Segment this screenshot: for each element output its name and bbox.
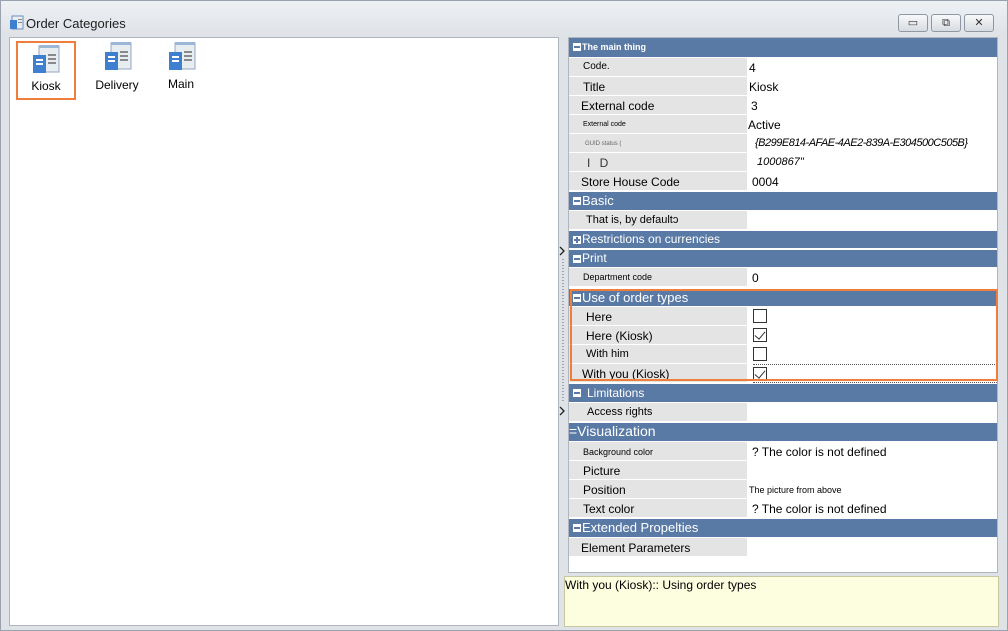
minimize-icon: ▭ — [907, 17, 919, 29]
prop-row-title[interactable]: Title Kiosk — [569, 77, 997, 96]
restore-button[interactable]: ⧉ — [931, 14, 961, 32]
category-folder-icon — [33, 45, 60, 73]
prop-row-guid[interactable]: GUID status ( {B299E814-AFAE-4AE2-839A-E… — [569, 134, 997, 153]
category-folder-icon — [169, 42, 196, 70]
close-icon: ✕ — [974, 17, 984, 29]
collapse-icon[interactable] — [573, 255, 581, 263]
prop-row-by-default[interactable]: That is, by defaultɔ — [569, 211, 997, 230]
prop-row-background-color[interactable]: Background color ? The color is not defi… — [569, 442, 997, 461]
order-categories-window: Order Categories ▭ ⧉ ✕ Kiosk Delivery Ma… — [0, 0, 1008, 631]
prop-row-picture[interactable]: Picture — [569, 461, 997, 480]
category-item-delivery[interactable]: Delivery — [88, 40, 146, 96]
prop-row-store-house-code[interactable]: Store House Code 0004 — [569, 172, 997, 191]
section-main-thing[interactable]: The main thing — [569, 38, 997, 57]
section-visualization[interactable]: =Visualization — [569, 423, 997, 441]
section-extended-properties[interactable]: Extended Propelties — [569, 519, 997, 537]
category-item-main[interactable]: Main — [152, 40, 210, 96]
order-types-highlight — [570, 289, 998, 381]
description-text: With you (Kiosk):: Using order types — [565, 578, 757, 592]
collapse-icon[interactable] — [573, 197, 581, 205]
description-panel: With you (Kiosk):: Using order types — [564, 576, 999, 627]
category-label: Main — [167, 77, 194, 91]
prop-row-status[interactable]: External code Active — [569, 115, 997, 134]
category-folder-icon — [105, 42, 132, 70]
prop-row-external-code[interactable]: External code 3 — [569, 96, 997, 115]
section-basic[interactable]: Basic — [569, 192, 997, 210]
title-bar: Order Categories ▭ ⧉ ✕ — [1, 1, 1007, 35]
section-print[interactable]: Print — [569, 250, 997, 267]
restore-icon: ⧉ — [942, 17, 950, 29]
category-list: Kiosk Delivery Main — [9, 37, 559, 626]
minimize-button[interactable]: ▭ — [898, 14, 928, 32]
prop-row-department-code[interactable]: Department code 0 — [569, 268, 997, 287]
collapse-icon[interactable] — [573, 389, 581, 397]
category-label: Delivery — [95, 78, 139, 92]
category-item-kiosk[interactable]: Kiosk — [16, 41, 76, 100]
section-limitations[interactable]: Limitations — [569, 384, 997, 402]
expand-icon[interactable] — [573, 236, 581, 244]
prop-row-access-rights[interactable]: Access rights — [569, 403, 997, 422]
close-button[interactable]: ✕ — [964, 14, 994, 32]
app-icon — [10, 15, 24, 30]
category-label: Kiosk — [31, 79, 61, 93]
section-restrictions[interactable]: Restrictions on currencies — [569, 231, 997, 248]
prop-row-code[interactable]: Code. 4 — [569, 58, 997, 77]
prop-row-position[interactable]: Position The picture from above — [569, 480, 997, 499]
prop-row-element-parameters[interactable]: Element Parameters — [569, 538, 997, 557]
prop-row-id[interactable]: I D 1000867" — [569, 153, 997, 172]
window-title: Order Categories — [26, 16, 126, 31]
splitter-handle[interactable] — [559, 241, 567, 421]
prop-row-text-color[interactable]: Text color ? The color is not defined — [569, 499, 997, 518]
collapse-icon[interactable] — [573, 524, 581, 532]
collapse-icon[interactable] — [573, 43, 581, 51]
